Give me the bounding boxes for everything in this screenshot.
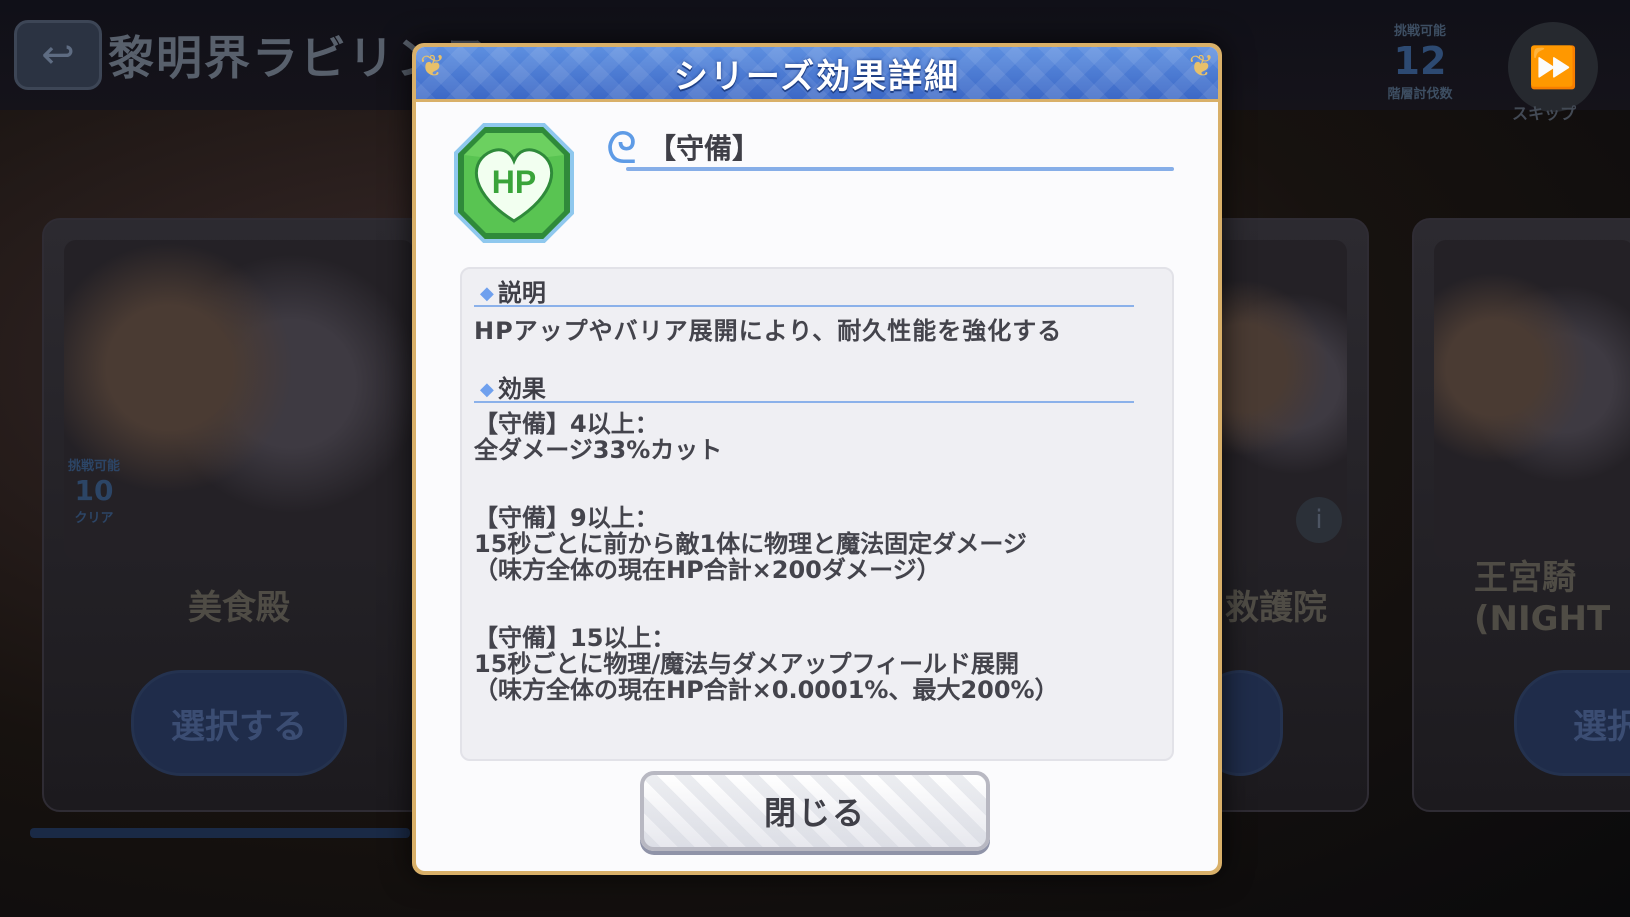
divider	[626, 167, 1174, 171]
effect-condition: 【守備】15以上：	[474, 624, 676, 652]
floor-counter-label: 挑戦可能	[1393, 24, 1446, 39]
guild-card-tag-label: 挑戦可能	[67, 459, 120, 474]
effect-tier: 【守備】9以上： 15秒ごとに前から敵1体に物理と魔法固定ダメージ （味方全体の…	[474, 505, 1027, 583]
divider	[474, 305, 1134, 307]
guild-card-art	[1434, 240, 1630, 560]
description-header: ◆ 説明	[480, 273, 546, 308]
hp-heart-icon: HP	[454, 123, 574, 243]
effect-condition: 【守備】4以上：	[474, 410, 659, 438]
skip-button[interactable]: ⏩	[1508, 22, 1598, 112]
guild-card-name: 美食殿	[188, 588, 290, 628]
effect-line: 15秒ごとに物理/魔法与ダメアップフィールド展開	[474, 650, 1019, 678]
description-header-label: 説明	[497, 279, 546, 307]
guild-card-name: 王宮騎 (NIGHT	[1474, 558, 1611, 639]
guild-card-select-button[interactable]: 選択	[1514, 670, 1630, 776]
series-effect-dialog: ❦ シリーズ効果詳細 ❦ HP ᘓ 【守備】 ◆ 説明 HPアップやバリア展開によ…	[412, 43, 1222, 875]
description-text: HPアップやバリア展開により、耐久性能を強化する	[474, 317, 1063, 345]
ornament-icon: ❦	[1188, 49, 1214, 84]
fast-forward-icon: ⏩	[1528, 44, 1578, 91]
info-icon[interactable]: i	[1296, 497, 1342, 543]
effect-condition: 【守備】9以上：	[474, 504, 659, 532]
close-button[interactable]: 閉じる	[640, 771, 990, 851]
guild-card-tag: 挑戦可能 10 クリア	[66, 455, 122, 535]
effect-line: 全ダメージ33%カット	[474, 436, 723, 464]
guild-card-select-button[interactable]: 選択する	[131, 670, 347, 776]
effect-tier: 【守備】15以上： 15秒ごとに物理/魔法与ダメアップフィールド展開 （味方全体…	[474, 625, 1059, 703]
effects-header-label: 効果	[497, 375, 546, 403]
effect-line: （味方全体の現在HP合計×200ダメージ）	[474, 556, 941, 584]
floor-counter: 挑戦可能 12 階層討伐数	[1380, 20, 1460, 116]
guild-card-tag-value: 10	[74, 474, 114, 507]
floor-counter-value: 12	[1393, 39, 1447, 83]
series-name-header: ᘓ 【守備】	[606, 123, 1174, 174]
dialog-title: シリーズ効果詳細	[673, 56, 961, 97]
series-name: 【守備】	[648, 132, 761, 165]
floor-counter-sublabel: 階層討伐数	[1387, 87, 1453, 102]
guild-card-oukyu[interactable]: 王宮騎 (NIGHT 選択	[1412, 218, 1630, 812]
effects-header: ◆ 効果	[480, 369, 546, 404]
diamond-icon: ◆	[480, 283, 494, 304]
effect-line: （味方全体の現在HP合計×0.0001%、最大200%）	[474, 676, 1059, 704]
back-button[interactable]: ↩	[14, 20, 102, 90]
dialog-header: ❦ シリーズ効果詳細 ❦	[416, 47, 1218, 102]
back-arrow-icon: ↩	[41, 32, 75, 78]
skip-label: スキップ	[1512, 104, 1577, 123]
diamond-icon: ◆	[480, 379, 494, 400]
divider	[474, 401, 1134, 403]
effect-details-panel[interactable]: ◆ 説明 HPアップやバリア展開により、耐久性能を強化する ◆ 効果 【守備】4以上…	[460, 267, 1174, 761]
guild-card-tag-sub: クリア	[74, 511, 114, 526]
effect-tier: 【守備】4以上： 全ダメージ33%カット	[474, 411, 722, 463]
effect-line: 15秒ごとに前から敵1体に物理と魔法固定ダメージ	[474, 530, 1027, 558]
hp-badge-text: HP	[492, 164, 536, 200]
guild-card-bishokuden[interactable]: 挑戦可能 10 クリア 美食殿 選択する	[42, 218, 436, 812]
background-progress-bar	[30, 828, 410, 838]
ornament-icon: ❦	[420, 49, 446, 84]
